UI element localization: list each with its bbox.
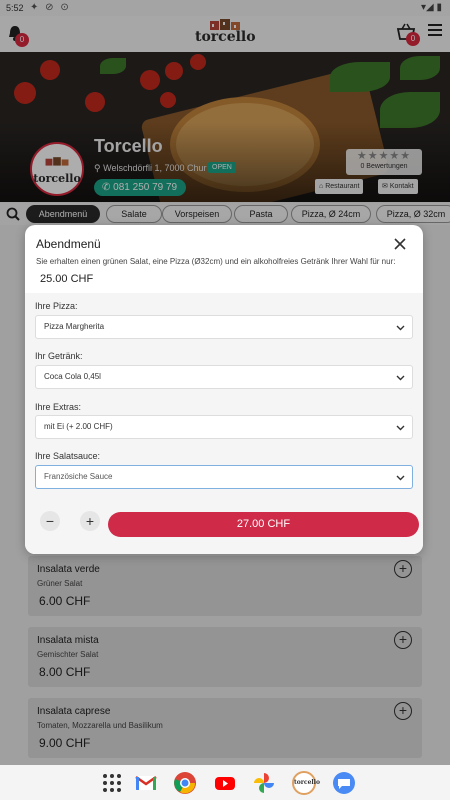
app-dock: torcello (0, 765, 450, 800)
youtube-icon[interactable] (213, 771, 237, 795)
extras-select[interactable]: mit Ei (+ 2.00 CHF) (35, 415, 413, 439)
chevron-down-icon (396, 475, 405, 481)
pizza-label: Ihre Pizza: (35, 301, 78, 311)
apps-icon[interactable] (100, 771, 124, 795)
extras-select-value: mit Ei (+ 2.00 CHF) (44, 422, 113, 431)
gmail-icon[interactable] (134, 771, 158, 795)
chevron-down-icon (396, 425, 405, 431)
sauce-select-value: Französiche Sauce (44, 472, 113, 481)
sauce-label: Ihre Salatsauce: (35, 451, 101, 461)
drink-label: Ihr Getränk: (35, 351, 83, 361)
chrome-icon[interactable] (173, 771, 197, 795)
torcello-app-label: torcello (294, 779, 320, 786)
pizza-select-value: Pizza Margherita (44, 322, 105, 331)
menu-options-dialog: Abendmenü Sie erhalten einen grünen Sala… (25, 225, 423, 554)
chevron-down-icon (396, 375, 405, 381)
drink-select-value: Coca Cola 0,45l (44, 372, 101, 381)
drink-select[interactable]: Coca Cola 0,45l (35, 365, 413, 389)
torcello-app-icon[interactable]: torcello (292, 771, 320, 795)
chevron-down-icon (396, 325, 405, 331)
dialog-title: Abendmenü (36, 237, 101, 251)
pizza-select[interactable]: Pizza Margherita (35, 315, 413, 339)
photos-icon[interactable] (252, 771, 276, 795)
dialog-description: Sie erhalten einen grünen Salat, eine Pi… (36, 257, 396, 266)
quantity-decrease-button[interactable]: − (40, 511, 60, 531)
quantity-increase-button[interactable]: + (80, 511, 100, 531)
close-icon[interactable] (393, 237, 407, 251)
sauce-select[interactable]: Französiche Sauce (35, 465, 413, 489)
messages-icon[interactable] (332, 771, 356, 795)
dialog-base-price: 25.00 CHF (40, 273, 94, 285)
add-to-cart-button[interactable]: 27.00 CHF (108, 512, 419, 537)
extras-label: Ihre Extras: (35, 402, 82, 412)
